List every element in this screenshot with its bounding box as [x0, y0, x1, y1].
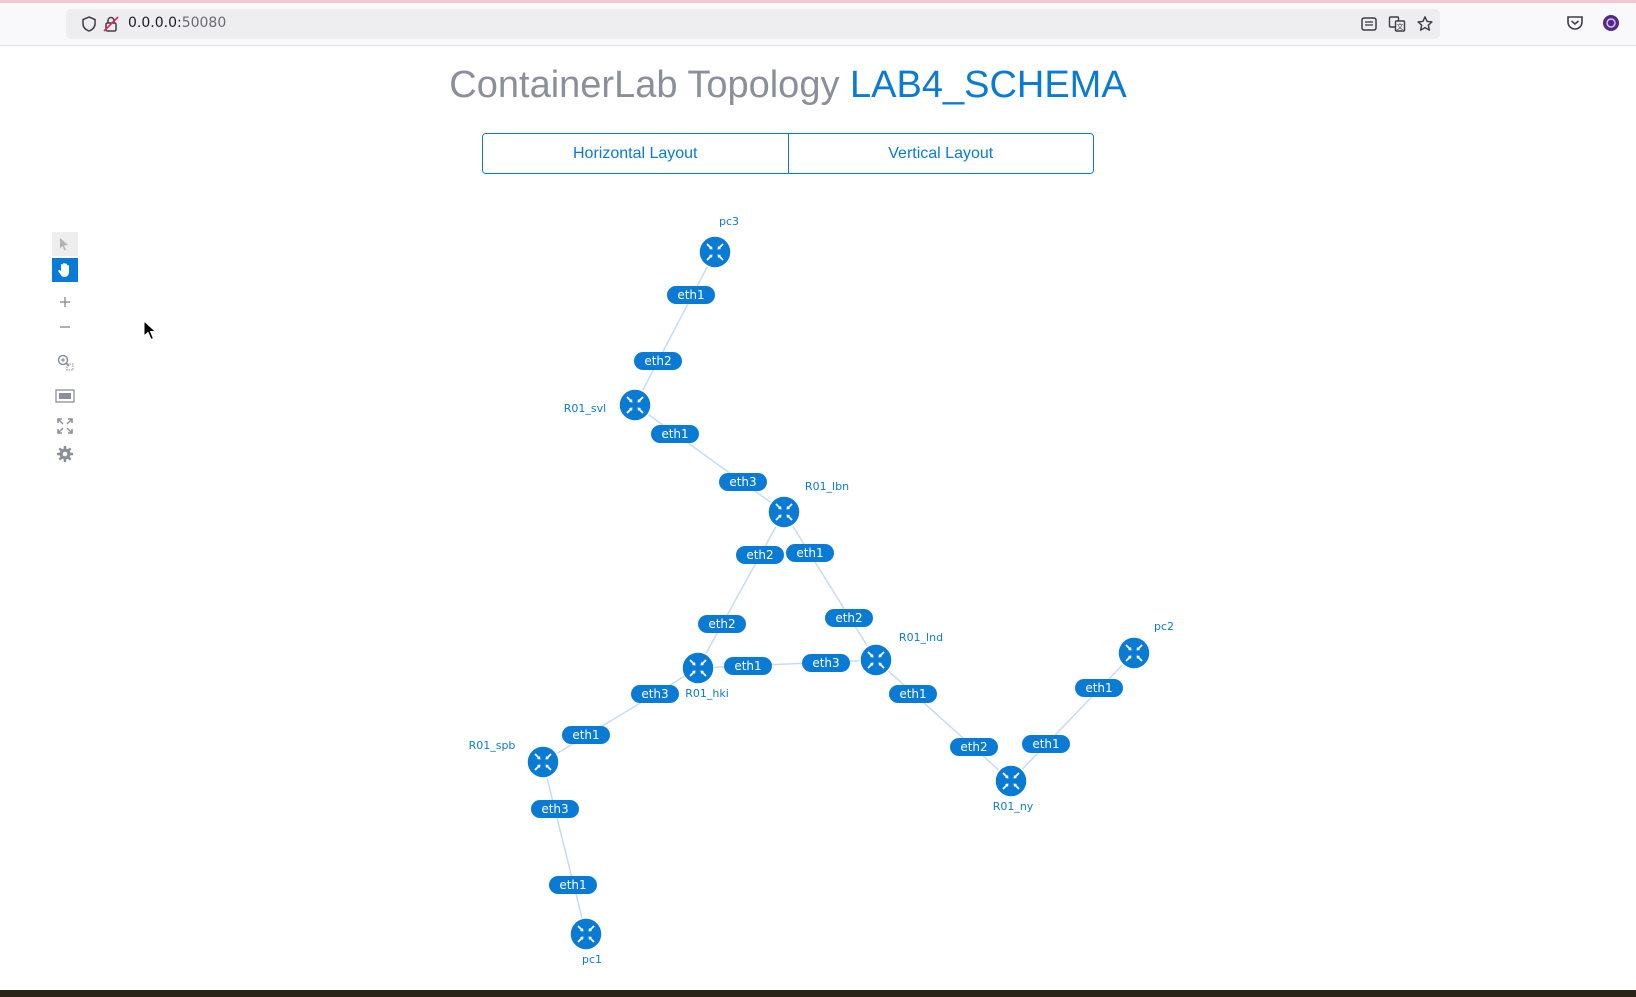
link-R01_spb-pc1[interactable] — [542, 761, 587, 935]
router-icon — [1117, 636, 1151, 670]
port-label: eth1 — [899, 687, 926, 701]
node-R01_hki[interactable] — [681, 651, 715, 685]
port-label: eth2 — [960, 740, 987, 754]
port-label: eth1 — [734, 659, 761, 673]
port-badge-pc2-eth1[interactable]: eth1 — [1075, 679, 1123, 697]
port-label: eth2 — [835, 611, 862, 625]
port-badge-R01_lbn-eth3[interactable]: eth3 — [719, 473, 767, 491]
port-label: eth3 — [812, 656, 839, 670]
port-badge-R01_spb-eth1[interactable]: eth1 — [562, 726, 610, 744]
router-icon — [569, 917, 603, 951]
node-label-pc3: pc3 — [719, 215, 739, 228]
link-pc3-R01_svl[interactable] — [634, 251, 716, 406]
node-label-R01_lbn: R01_lbn — [805, 480, 849, 493]
port-badge-R01_ny-eth1[interactable]: eth1 — [1022, 735, 1070, 753]
link-R01_lbn-R01_hki[interactable] — [697, 511, 785, 669]
node-R01_lbn[interactable] — [767, 495, 801, 529]
topology-canvas[interactable]: eth1 eth2 eth1 eth3 eth2 eth2 eth1 eth2 eth1 eth3… — [0, 0, 1636, 997]
links-layer — [542, 251, 1135, 935]
port-badge-R01_svl-eth1[interactable]: eth1 — [651, 425, 699, 443]
port-badge-pc1-eth1[interactable]: eth1 — [549, 876, 597, 894]
router-icon — [859, 643, 893, 677]
port-badge-R01_hki-eth1[interactable]: eth1 — [724, 657, 772, 675]
port-label: eth1 — [1085, 681, 1112, 695]
node-label-R01_lnd: R01_lnd — [899, 631, 943, 644]
port-label: eth3 — [641, 687, 668, 701]
port-label: eth2 — [708, 617, 735, 631]
port-label: eth3 — [729, 475, 756, 489]
port-badge-R01_hki-eth2[interactable]: eth2 — [698, 615, 746, 633]
port-label: eth1 — [796, 546, 823, 560]
node-pc3[interactable] — [698, 235, 732, 269]
node-label-R01_ny: R01_ny — [993, 800, 1034, 813]
nodes-layer: pc3R01_svlR01_lbnR01_lndR01_hkiR01_spbpc… — [469, 215, 1174, 966]
node-label-pc2: pc2 — [1154, 620, 1174, 633]
node-label-R01_hki: R01_hki — [685, 687, 729, 700]
router-icon — [618, 388, 652, 422]
port-label: eth2 — [746, 548, 773, 562]
port-badge-R01_lnd-eth3[interactable]: eth3 — [802, 654, 850, 672]
port-badge-pc3-eth1[interactable]: eth1 — [667, 286, 715, 304]
port-label: eth1 — [661, 427, 688, 441]
port-badge-R01_lbn-eth1[interactable]: eth1 — [786, 544, 834, 562]
link-R01_hki-R01_spb[interactable] — [542, 667, 699, 763]
port-label: eth3 — [541, 802, 568, 816]
port-label: eth1 — [572, 728, 599, 742]
ports-layer: eth1 eth2 eth1 eth3 eth2 eth2 eth1 eth2 eth1 eth3… — [531, 286, 1123, 894]
port-badge-R01_hki-eth3[interactable]: eth3 — [631, 685, 679, 703]
port-badge-R01_ny-eth2[interactable]: eth2 — [950, 738, 998, 756]
node-R01_lnd[interactable] — [859, 643, 893, 677]
router-icon — [767, 495, 801, 529]
port-badge-R01_svl-eth2[interactable]: eth2 — [634, 352, 682, 370]
port-badge-R01_spb-eth3[interactable]: eth3 — [531, 800, 579, 818]
port-label: eth2 — [644, 354, 671, 368]
port-badge-R01_lnd-eth1[interactable]: eth1 — [889, 685, 937, 703]
node-pc2[interactable] — [1117, 636, 1151, 670]
port-label: eth1 — [1032, 737, 1059, 751]
router-icon — [994, 764, 1028, 798]
port-badge-R01_lnd-eth2[interactable]: eth2 — [825, 609, 873, 627]
link-R01_lbn-R01_lnd[interactable] — [783, 511, 877, 661]
link-R01_ny-pc2[interactable] — [1010, 652, 1135, 782]
link-R01_lnd-R01_ny[interactable] — [875, 659, 1012, 782]
router-icon — [681, 651, 715, 685]
node-R01_spb[interactable] — [526, 745, 560, 779]
desktop-edge — [0, 990, 1636, 997]
router-icon — [526, 745, 560, 779]
node-R01_svl[interactable] — [618, 388, 652, 422]
router-icon — [698, 235, 732, 269]
link-R01_svl-R01_lbn[interactable] — [634, 404, 785, 513]
port-badge-R01_lbn-eth2[interactable]: eth2 — [736, 546, 784, 564]
node-label-R01_spb: R01_spb — [469, 739, 516, 752]
port-label: eth1 — [677, 288, 704, 302]
node-label-pc1: pc1 — [582, 953, 602, 966]
node-R01_ny[interactable] — [994, 764, 1028, 798]
node-pc1[interactable] — [569, 917, 603, 951]
node-label-R01_svl: R01_svl — [564, 402, 606, 415]
port-label: eth1 — [559, 878, 586, 892]
